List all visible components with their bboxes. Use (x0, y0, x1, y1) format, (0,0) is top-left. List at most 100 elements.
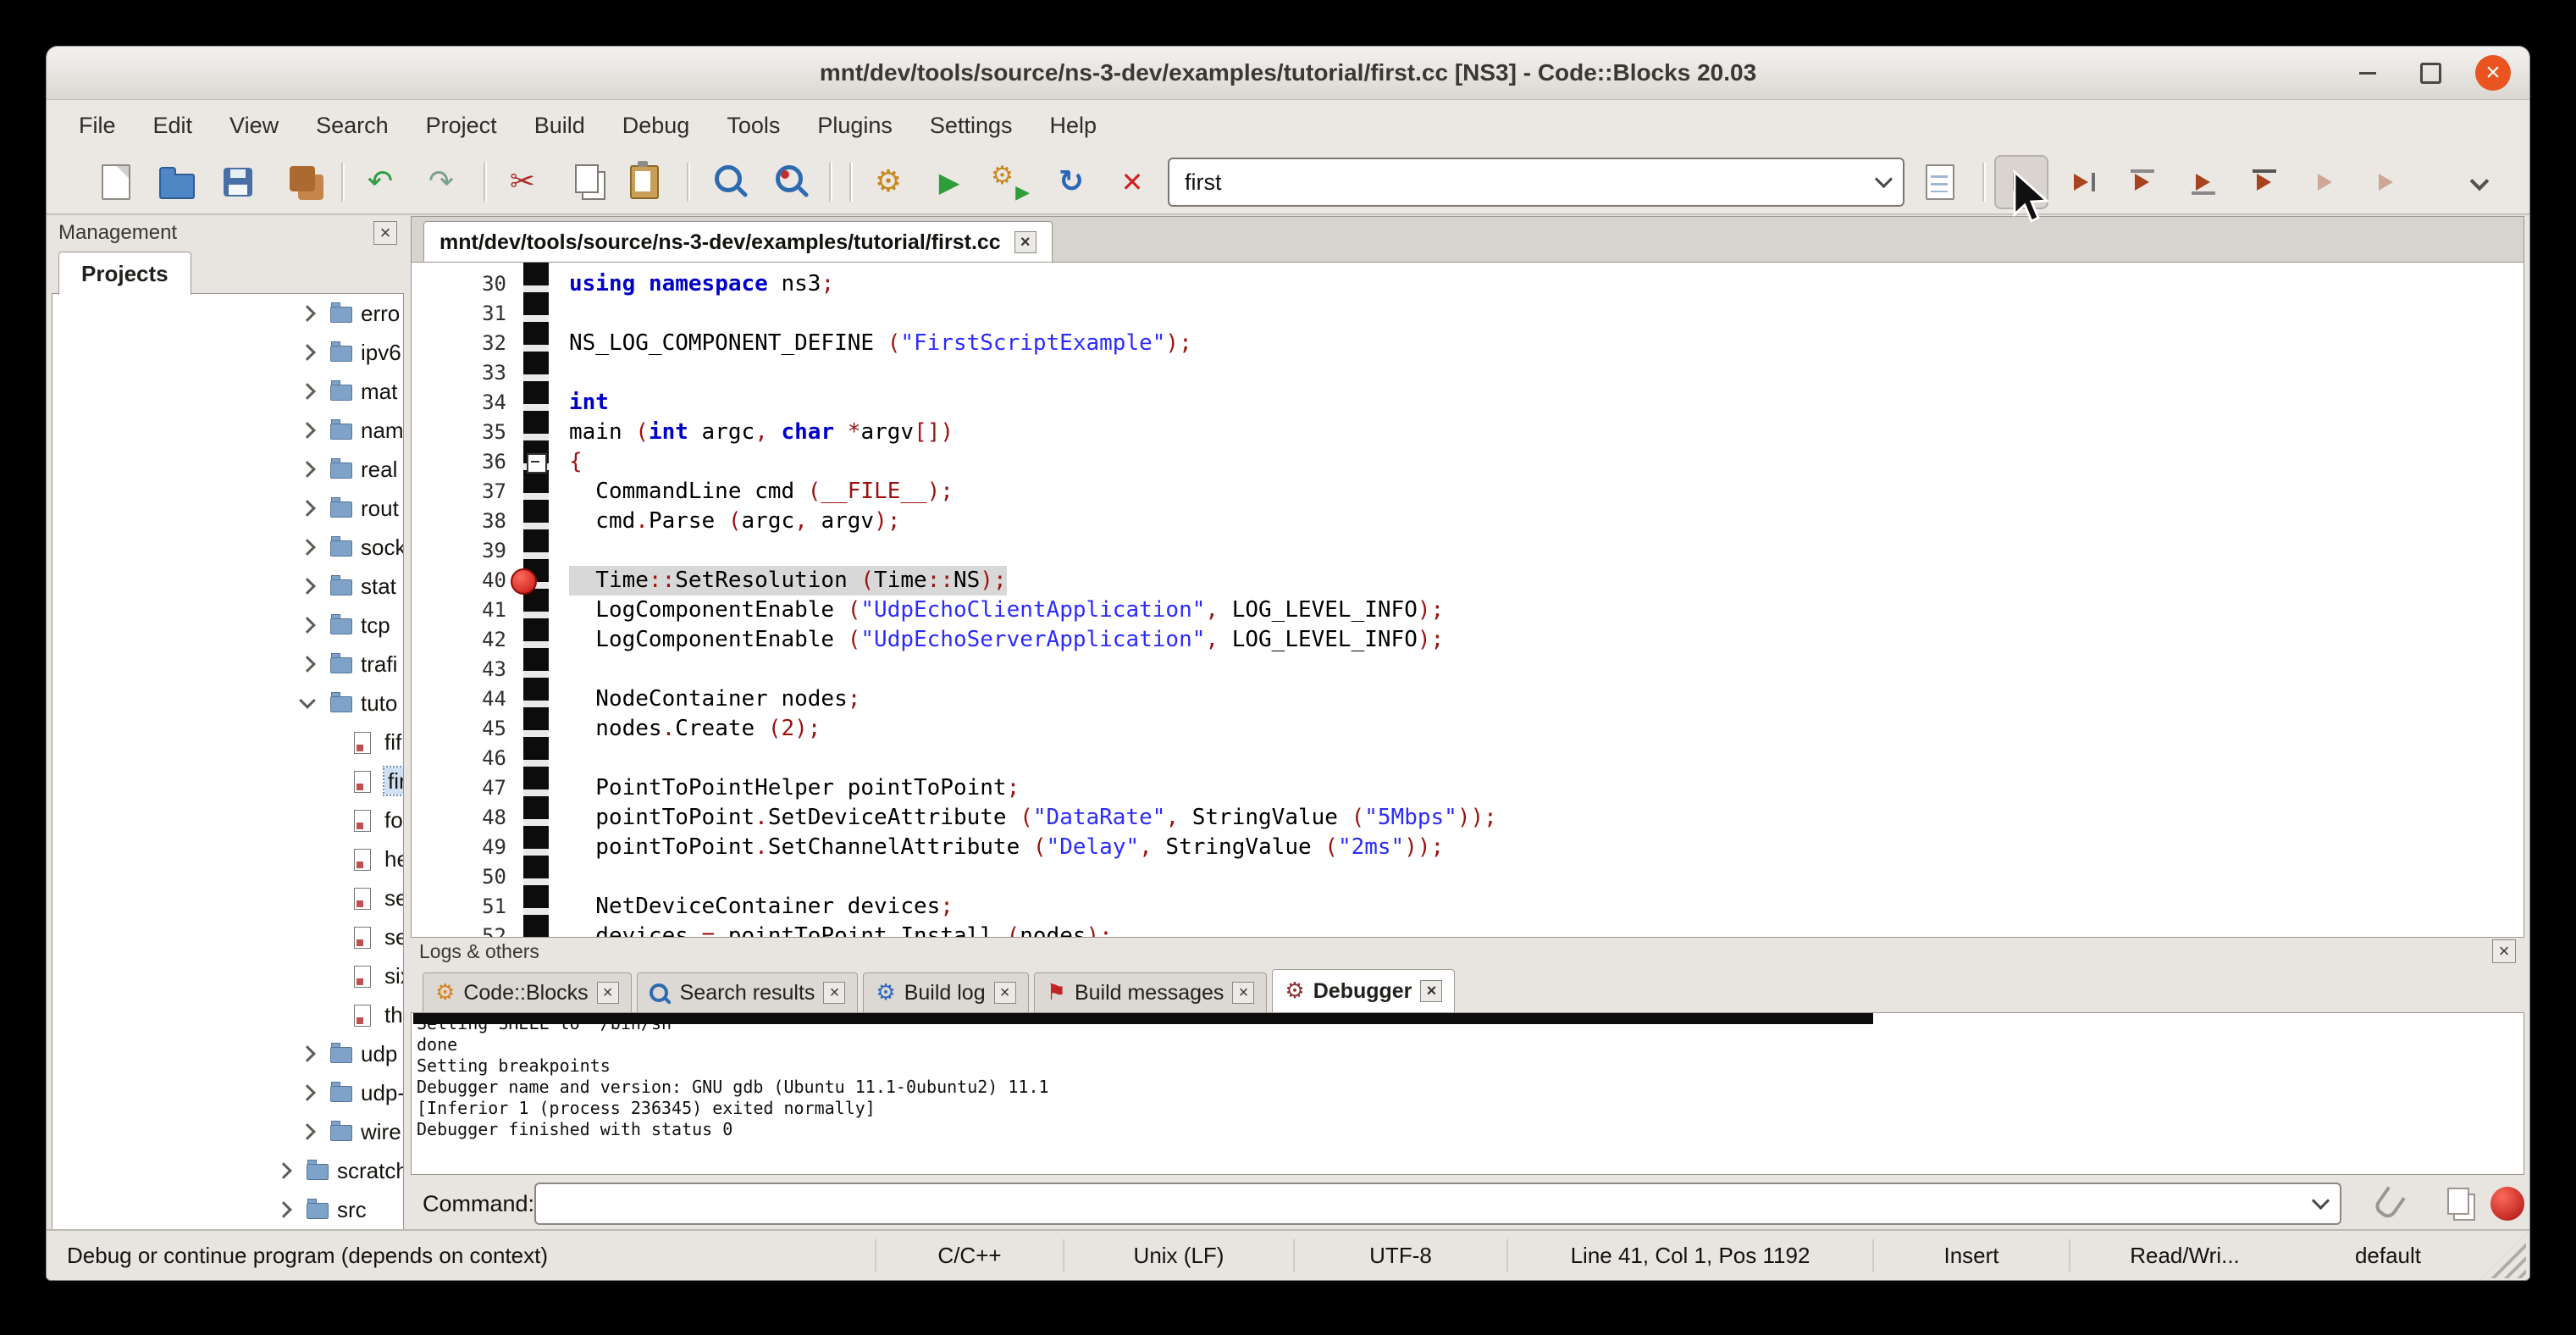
code-editor[interactable]: 30using namespace ns3;3132NS_LOG_COMPONE… (411, 262, 2524, 938)
tree-item-se[interactable]: se (53, 878, 403, 917)
line-number[interactable]: 49 (412, 833, 506, 862)
menu-tools[interactable]: Tools (708, 104, 799, 147)
tab-close-icon[interactable]: × (823, 982, 845, 1004)
tree-item-nam[interactable]: nam (53, 411, 403, 450)
step-into-button[interactable] (2177, 155, 2231, 209)
menu-help[interactable]: Help (1031, 104, 1115, 147)
code-line-39[interactable]: 39 (412, 536, 2523, 566)
code-line-31[interactable]: 31 (412, 299, 2523, 329)
tree-item-he[interactable]: he (53, 839, 403, 878)
tree-expander-icon[interactable] (299, 500, 316, 517)
line-number[interactable]: 50 (412, 862, 506, 892)
code-line-42[interactable]: 42 LogComponentEnable ("UdpEchoServerApp… (412, 625, 2523, 655)
code-line-32[interactable]: 32NS_LOG_COMPONENT_DEFINE ("FirstScriptE… (412, 329, 2523, 358)
tree-item-fo[interactable]: fo (53, 800, 403, 839)
tree-item-fif[interactable]: fif (53, 723, 403, 762)
code-line-38[interactable]: 38 cmd.Parse (argc, argv); (412, 507, 2523, 536)
tree-expander-icon[interactable] (299, 461, 316, 478)
code-line-43[interactable]: 43 (412, 655, 2523, 684)
line-number[interactable]: 52 (412, 922, 506, 938)
tree-item-trafi[interactable]: trafi (53, 645, 403, 684)
code-line-33[interactable]: 33 (412, 358, 2523, 388)
find-button[interactable] (699, 155, 753, 209)
stop-debugger-button[interactable] (2490, 1187, 2524, 1221)
line-number[interactable]: 45 (412, 714, 506, 744)
debugger-log[interactable]: Setting SHELL to '/bin/sh'doneSetting br… (411, 1012, 2524, 1175)
tree-expander-icon[interactable] (299, 1123, 316, 1140)
tree-item-rout[interactable]: rout (53, 489, 403, 528)
command-input[interactable] (536, 1192, 2301, 1216)
tree-expander-icon[interactable] (299, 617, 316, 634)
tree-item-tcp[interactable]: tcp (53, 606, 403, 645)
menu-search[interactable]: Search (297, 104, 407, 147)
menu-view[interactable]: View (211, 104, 297, 147)
next-instruction-button[interactable] (2299, 155, 2353, 209)
menu-settings[interactable]: Settings (911, 104, 1031, 147)
code-line-52[interactable]: 52 devices = pointToPoint.Install (nodes… (412, 922, 2523, 938)
line-number[interactable]: 44 (412, 684, 506, 714)
run-to-cursor-button[interactable] (2055, 155, 2109, 209)
tab-close-icon[interactable]: × (1420, 980, 1442, 1002)
tab-close-icon[interactable]: × (597, 982, 619, 1004)
search-dropdown-icon[interactable] (1864, 159, 1903, 205)
tree-item-six[interactable]: six (53, 956, 403, 995)
tree-expander-icon[interactable] (299, 692, 316, 709)
tree-expander-icon[interactable] (299, 383, 316, 400)
line-number[interactable]: 42 (412, 625, 506, 655)
code-line-44[interactable]: 44 NodeContainer nodes; (412, 684, 2523, 714)
paperclip-button[interactable] (2370, 1185, 2407, 1222)
line-number[interactable]: 51 (412, 892, 506, 922)
tree-expander-icon[interactable] (275, 1201, 292, 1218)
tree-expander-icon[interactable] (299, 578, 316, 595)
tree-item-wire[interactable]: wire (53, 1112, 403, 1151)
log-tab-build-messages[interactable]: ⚑Build messages× (1034, 972, 1268, 1012)
step-out-button[interactable] (2238, 155, 2292, 209)
menu-debug[interactable]: Debug (604, 104, 709, 147)
copy-log-button[interactable] (2436, 1185, 2474, 1222)
code-line-37[interactable]: 37 CommandLine cmd (__FILE__); (412, 477, 2523, 507)
tree-item-se[interactable]: se (53, 917, 403, 956)
tab-projects[interactable]: Projects (58, 252, 191, 295)
resize-grip[interactable] (2482, 1234, 2526, 1278)
code-line-35[interactable]: 35main (int argc, char *argv[]) (412, 418, 2523, 447)
tree-expander-icon[interactable] (299, 305, 316, 322)
logs-close-icon[interactable]: × (2492, 939, 2516, 963)
tree-item-ipv6[interactable]: ipv6 (53, 333, 403, 372)
line-number[interactable]: 39 (412, 536, 506, 566)
tree-expander-icon[interactable] (299, 656, 316, 673)
log-tab-debugger[interactable]: ⚙Debugger× (1272, 969, 1455, 1012)
tree-expander-icon[interactable] (299, 1045, 316, 1062)
code-line-41[interactable]: 41 LogComponentEnable ("UdpEchoClientApp… (412, 595, 2523, 625)
abort-button[interactable]: ✕ (1105, 155, 1159, 209)
line-number[interactable]: 36 (412, 447, 506, 477)
next-line-button[interactable] (2116, 155, 2170, 209)
menu-project[interactable]: Project (407, 104, 516, 147)
toolbar-overflow-button[interactable] (2452, 155, 2506, 209)
search-options-button[interactable] (1913, 155, 1967, 209)
tree-item-erro[interactable]: erro (53, 294, 403, 333)
tree-item-stat[interactable]: stat (53, 567, 403, 606)
menu-build[interactable]: Build (516, 104, 604, 147)
breakpoint-icon[interactable] (511, 568, 537, 595)
line-number[interactable]: 32 (412, 329, 506, 358)
tree-item-src[interactable]: src (53, 1190, 403, 1229)
build-and-run-button[interactable]: ⚙▶ (983, 155, 1037, 209)
line-number[interactable]: 46 (412, 744, 506, 773)
line-number[interactable]: 48 (412, 803, 506, 833)
build-button[interactable]: ⚙ (861, 155, 915, 209)
line-number[interactable]: 33 (412, 358, 506, 388)
new-file-button[interactable] (89, 155, 143, 209)
tree-item-udp[interactable]: udp- (53, 1073, 403, 1112)
redo-button[interactable]: ↷ (414, 155, 468, 209)
code-line-51[interactable]: 51 NetDeviceContainer devices; (412, 892, 2523, 922)
line-number[interactable]: 47 (412, 773, 506, 803)
menu-plugins[interactable]: Plugins (799, 104, 911, 147)
code-line-48[interactable]: 48 pointToPoint.SetDeviceAttribute ("Dat… (412, 803, 2523, 833)
tree-expander-icon[interactable] (299, 344, 316, 361)
tree-item-fir[interactable]: fir (53, 762, 403, 800)
code-line-45[interactable]: 45 nodes.Create (2); (412, 714, 2523, 744)
line-number[interactable]: 31 (412, 299, 506, 329)
close-button[interactable]: × (2475, 55, 2511, 91)
line-number[interactable]: 35 (412, 418, 506, 447)
code-line-30[interactable]: 30using namespace ns3; (412, 269, 2523, 299)
